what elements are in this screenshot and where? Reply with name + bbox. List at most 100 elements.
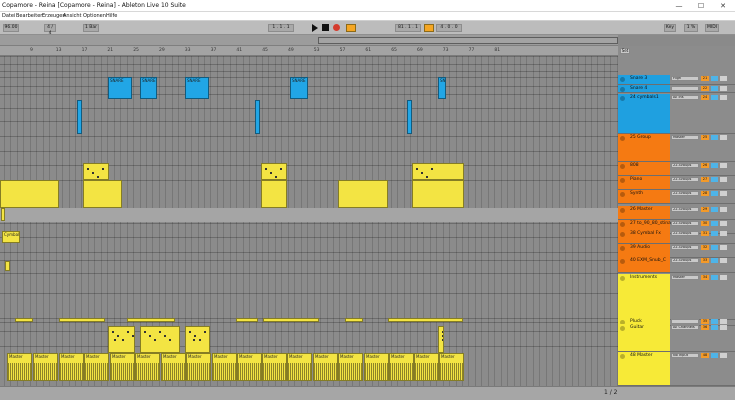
master-audio-clip[interactable]: Master <box>287 353 312 381</box>
solo-button[interactable] <box>711 258 718 263</box>
midi-map-button[interactable]: MIDI <box>705 24 719 32</box>
fold-icon[interactable] <box>620 164 625 169</box>
track-activator-button[interactable]: 31 <box>701 231 709 236</box>
tempo-field[interactable]: 96.00 <box>3 24 19 32</box>
track-name[interactable]: Guitar <box>630 325 644 330</box>
track-name[interactable]: 38 Cymbal Fx <box>630 231 661 236</box>
master-audio-clip[interactable]: Master <box>33 353 58 381</box>
track-io-select[interactable]: 22-Groups <box>671 191 699 196</box>
arm-button[interactable] <box>720 258 727 263</box>
overdub-button[interactable] <box>346 24 356 32</box>
snare-clip[interactable]: SNARE <box>438 77 446 99</box>
track-io-select[interactable]: High <box>671 76 699 81</box>
menu-datei[interactable]: Datei <box>2 13 15 19</box>
arm-button[interactable] <box>720 135 727 140</box>
track-name[interactable]: Snare 3 <box>630 76 647 81</box>
master-audio-clip[interactable]: Master <box>338 353 363 381</box>
track-name[interactable]: 25 Group <box>630 135 651 140</box>
track-name[interactable]: 26 Master <box>630 207 653 212</box>
solo-button[interactable] <box>711 207 718 212</box>
cymbal-clip[interactable] <box>407 100 412 134</box>
loop-button[interactable] <box>424 24 434 32</box>
instrument-clip[interactable] <box>261 163 287 180</box>
small-clip[interactable] <box>1 208 5 221</box>
quantize-select[interactable]: 1 Bar <box>83 24 99 32</box>
track-header[interactable]: 808 22-Groups 26 <box>618 162 735 176</box>
arm-button[interactable] <box>720 163 727 168</box>
track-activator-button[interactable]: 25 <box>701 135 709 140</box>
instrument-clip[interactable] <box>412 180 464 208</box>
pluck-clip[interactable] <box>59 318 105 322</box>
cymbal-clip[interactable] <box>255 100 260 134</box>
track-io-select[interactable]: No Input <box>671 353 699 358</box>
master-audio-clip[interactable]: Master <box>7 353 32 381</box>
track-io-select[interactable]: 22-Groups <box>671 245 699 250</box>
cymbal-clip[interactable] <box>77 100 82 134</box>
track-io-select[interactable]: Master <box>671 135 699 140</box>
small-clip[interactable] <box>5 261 10 271</box>
loop-start-field[interactable]: 81 . 1 . 1 <box>395 24 421 32</box>
track-activator-button[interactable]: 21 <box>701 76 709 81</box>
track-header[interactable]: Instruments Master 34 <box>618 274 735 320</box>
position-field[interactable]: 1 . 1 . 1 <box>268 24 294 32</box>
arm-button[interactable] <box>720 325 727 330</box>
instrument-clip[interactable] <box>412 163 464 180</box>
track-header[interactable]: Synth 22-Groups 28 <box>618 190 735 204</box>
solo-button[interactable] <box>711 221 718 226</box>
fold-icon[interactable] <box>620 178 625 183</box>
master-audio-clip[interactable]: Master <box>161 353 186 381</box>
snare-clip[interactable]: SNARE <box>185 77 209 99</box>
master-audio-clip[interactable]: Master <box>110 353 135 381</box>
snare-clip[interactable]: SNARE <box>108 77 132 99</box>
solo-button[interactable] <box>711 86 718 91</box>
track-name[interactable]: Piano <box>630 177 642 182</box>
play-icon[interactable] <box>312 24 318 32</box>
arm-button[interactable] <box>720 231 727 236</box>
track-name[interactable]: 24 cymbals1 <box>630 95 659 100</box>
track-activator-button[interactable]: 36 <box>701 325 709 330</box>
track-io-select[interactable]: 22-Groups <box>671 231 699 236</box>
track-header[interactable]: Guitar All Channels 36 <box>618 324 735 352</box>
instrument-clip[interactable] <box>0 180 59 208</box>
fold-icon[interactable] <box>620 326 625 331</box>
track-activator-button[interactable]: 26 <box>701 163 709 168</box>
maximize-button[interactable]: ☐ <box>690 0 712 12</box>
track-header[interactable]: 40 EXM_Snub_C 22-Groups 33 <box>618 257 735 273</box>
track-header[interactable]: Piano 22-Groups 27 <box>618 176 735 190</box>
arm-button[interactable] <box>720 86 727 91</box>
arrangement-view[interactable]: SNARE SNARE SNARE SNARE SNARE Cymbal Master Mas… <box>0 56 618 386</box>
track-activator-button[interactable]: 29 <box>701 207 709 212</box>
track-activator-button[interactable]: 33 <box>701 258 709 263</box>
arm-button[interactable] <box>720 221 727 226</box>
minimize-button[interactable]: — <box>668 0 690 12</box>
fold-icon[interactable] <box>620 77 625 82</box>
track-io-select[interactable]: 22-Groups <box>671 207 699 212</box>
arm-button[interactable] <box>720 191 727 196</box>
track-io-select[interactable]: 22-Groups <box>671 258 699 263</box>
snare-clip[interactable]: SNARE <box>290 77 308 99</box>
snare-clip[interactable]: SNARE <box>140 77 157 99</box>
fold-icon[interactable] <box>620 208 625 213</box>
menu-optionen[interactable]: Optionen <box>83 13 106 19</box>
fold-icon[interactable] <box>620 96 625 101</box>
track-header[interactable]: 24 cymbals1 All Ins 24 <box>618 94 735 134</box>
stop-icon[interactable] <box>322 24 329 31</box>
track-activator-button[interactable]: 28 <box>701 191 709 196</box>
track-activator-button[interactable]: 22 <box>701 86 709 91</box>
solo-button[interactable] <box>711 163 718 168</box>
menu-erzeugen[interactable]: Erzeugen <box>42 13 66 19</box>
key-map-button[interactable]: Key <box>664 24 676 32</box>
master-audio-clip[interactable]: Master <box>389 353 414 381</box>
track-name[interactable]: 808 <box>630 163 639 168</box>
fold-icon[interactable] <box>620 232 625 237</box>
cymbal-fx-clip[interactable]: Cymbal <box>2 231 20 243</box>
master-audio-clip[interactable]: Master <box>439 353 464 381</box>
solo-button[interactable] <box>711 245 718 250</box>
arm-button[interactable] <box>720 353 727 358</box>
master-audio-clip[interactable]: Master <box>262 353 287 381</box>
arm-button[interactable] <box>720 177 727 182</box>
guitar-clip[interactable] <box>140 326 180 353</box>
track-activator-button[interactable]: 24 <box>701 95 709 100</box>
master-audio-clip[interactable]: Master <box>414 353 439 381</box>
track-activator-button[interactable]: 48 <box>701 353 709 358</box>
